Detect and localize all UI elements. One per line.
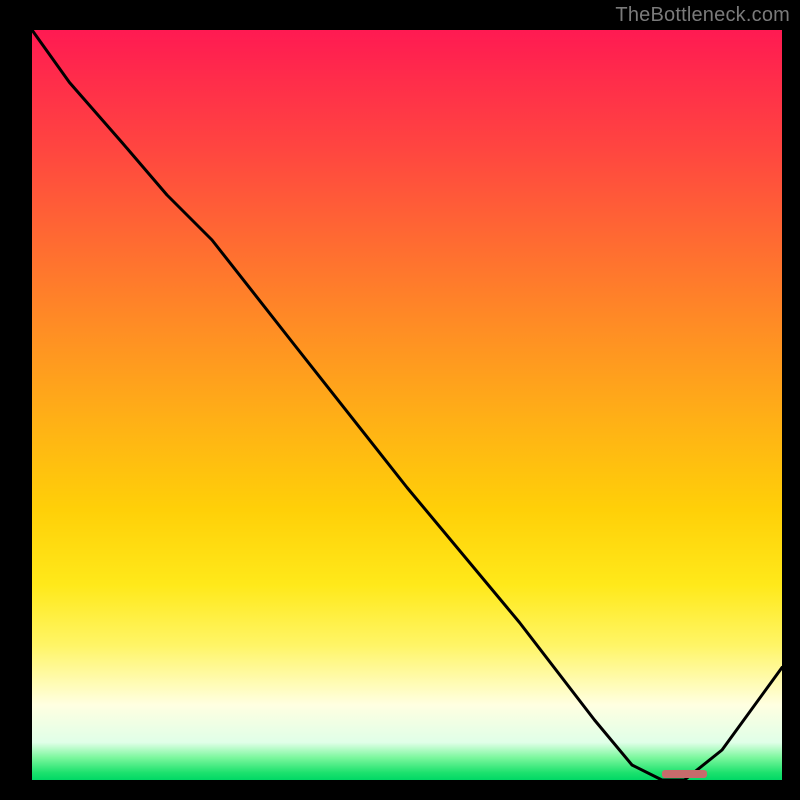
bottleneck-curve — [32, 30, 782, 780]
curve-path — [32, 30, 782, 780]
optimal-range-marker — [662, 770, 707, 778]
plot-area — [32, 30, 782, 780]
watermark-text: TheBottleneck.com — [615, 4, 790, 27]
chart-frame: TheBottleneck.com — [0, 0, 800, 800]
